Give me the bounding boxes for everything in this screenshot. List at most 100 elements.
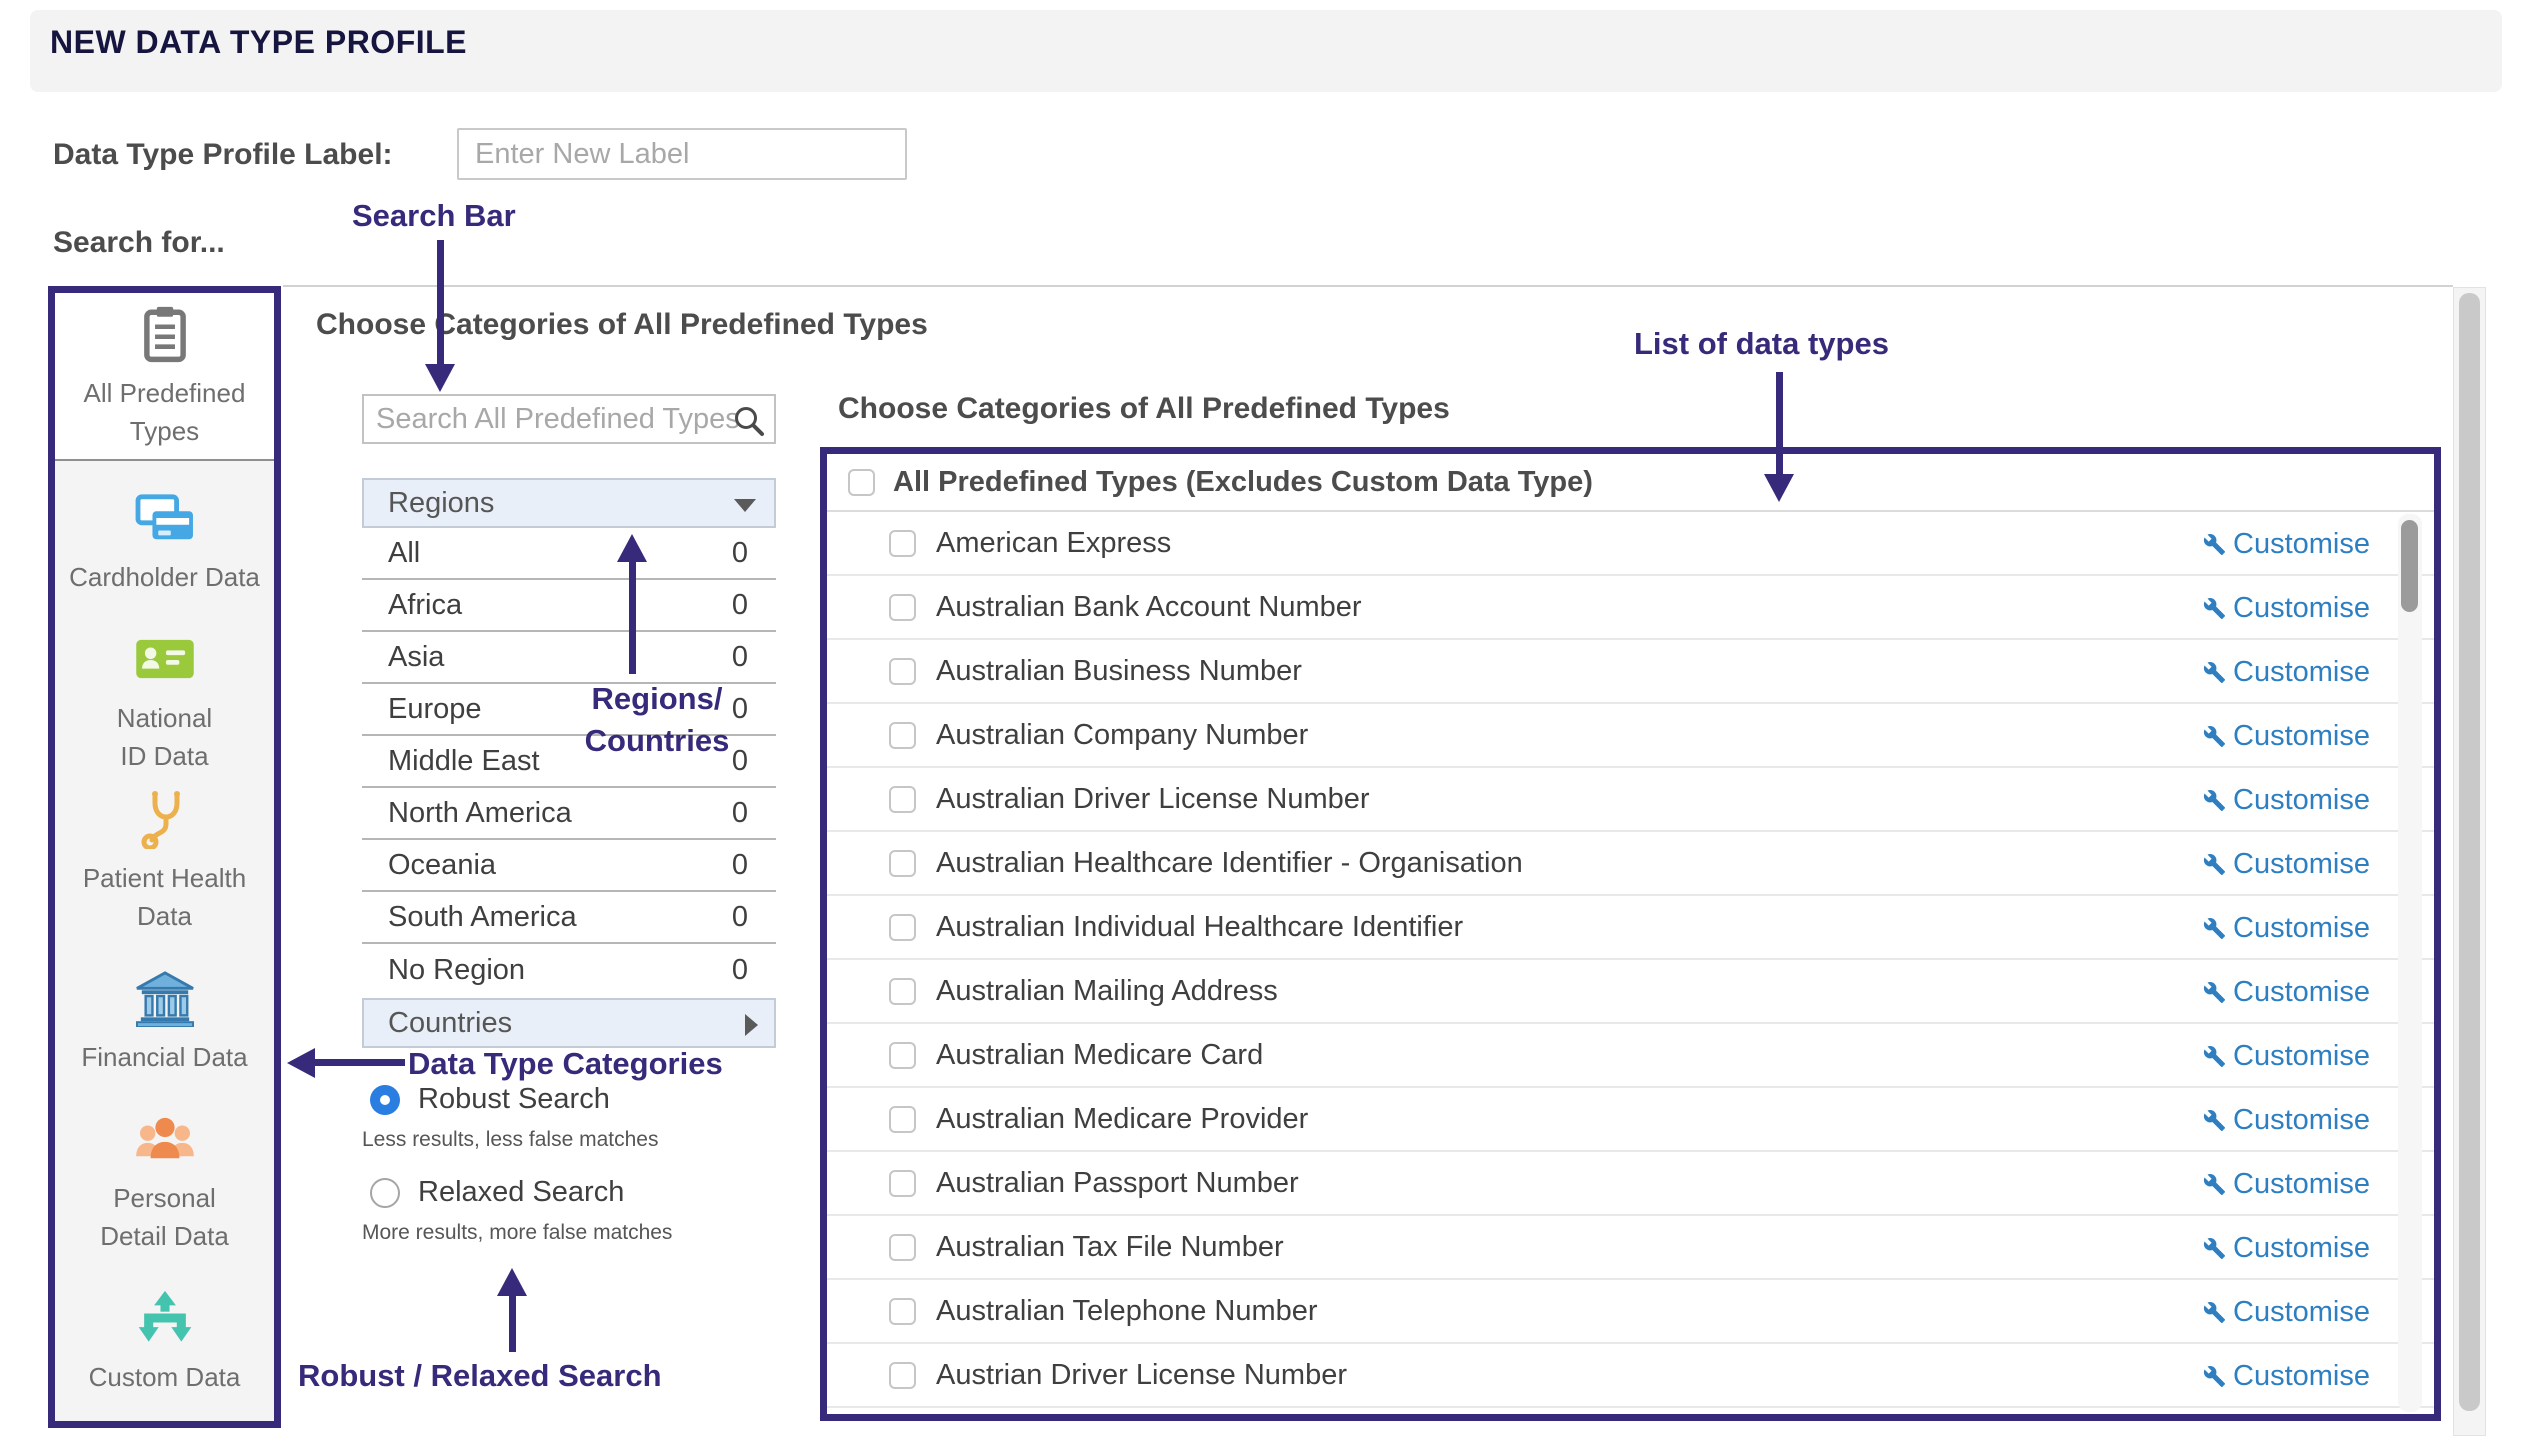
page-title: NEW DATA TYPE PROFILE	[50, 24, 467, 61]
annotation-arrowhead-left	[287, 1048, 315, 1078]
search-icon	[732, 404, 766, 438]
data-type-checkbox[interactable]	[889, 1170, 916, 1197]
data-type-checkbox[interactable]	[889, 658, 916, 685]
data-type-label: Australian Tax File Number	[936, 1231, 1284, 1264]
wrench-icon	[2203, 1365, 2226, 1388]
data-type-row: Australian Medicare Card Customise	[827, 1024, 2434, 1088]
region-row[interactable]: North America 0	[362, 788, 776, 840]
customise-link[interactable]: Customise	[2203, 1216, 2370, 1280]
sidebar-item-label: Personal Detail Data	[100, 1179, 229, 1255]
wrench-icon	[2203, 1045, 2226, 1068]
profile-label-input[interactable]	[457, 128, 907, 180]
data-type-checkbox[interactable]	[889, 1234, 916, 1261]
search-for-label: Search for...	[53, 226, 225, 260]
wrench-icon	[2203, 597, 2226, 620]
region-row[interactable]: Oceania 0	[362, 840, 776, 892]
customise-link[interactable]: Customise	[2203, 896, 2370, 960]
sidebar-item-label: Financial Data	[81, 1038, 247, 1076]
relaxed-search-radio[interactable]	[370, 1178, 400, 1208]
page-scrollbar-thumb[interactable]	[2459, 293, 2480, 1411]
wrench-icon	[2203, 533, 2226, 556]
list-scrollbar-thumb[interactable]	[2401, 520, 2418, 612]
customise-link[interactable]: Customise	[2203, 768, 2370, 832]
region-count: 0	[732, 641, 748, 674]
region-count: 0	[732, 901, 748, 934]
data-type-row: Australian Tax File Number Customise	[827, 1216, 2434, 1280]
annotation-data-type-categories: Data Type Categories	[408, 1046, 723, 1082]
data-type-checkbox[interactable]	[889, 978, 916, 1005]
customise-link[interactable]: Customise	[2203, 576, 2370, 640]
customise-link[interactable]: Customise	[2203, 1024, 2370, 1088]
customise-link[interactable]: Customise	[2203, 704, 2370, 768]
robust-search-radio[interactable]	[370, 1085, 400, 1115]
data-type-label: Australian Individual Healthcare Identif…	[936, 911, 1463, 944]
customise-label: Customise	[2233, 528, 2370, 561]
regions-dropdown[interactable]: Regions	[362, 478, 776, 528]
region-row[interactable]: Asia 0	[362, 632, 776, 684]
sidebar-item-custom-data[interactable]: Custom Data	[55, 1261, 274, 1421]
page-scrollbar[interactable]	[2453, 287, 2486, 1436]
people-icon	[134, 1107, 196, 1171]
customise-link[interactable]: Customise	[2203, 512, 2370, 576]
customise-link[interactable]: Customise	[2203, 1344, 2370, 1408]
relaxed-search-option[interactable]: Relaxed Search	[370, 1176, 624, 1209]
sidebar-item-patient-health-data[interactable]: Patient Health Data	[55, 781, 274, 941]
bank-icon	[134, 966, 196, 1030]
data-type-category-sidebar: All Predefined Types Cardholder Data Nat…	[48, 286, 281, 1428]
sidebar-item-label: All Predefined Types	[84, 374, 246, 450]
customise-label: Customise	[2233, 912, 2370, 945]
data-type-checkbox[interactable]	[889, 786, 916, 813]
robust-search-option[interactable]: Robust Search	[370, 1083, 610, 1116]
data-type-list[interactable]: American Express Customise Australian Ba…	[827, 512, 2434, 1414]
data-type-label: Australian Bank Account Number	[936, 591, 1362, 624]
wrench-icon	[2203, 789, 2226, 812]
region-name: All	[388, 537, 420, 570]
data-type-checkbox[interactable]	[889, 1106, 916, 1133]
sidebar-item-label: National ID Data	[117, 699, 212, 775]
annotation-robust-relaxed-search: Robust / Relaxed Search	[298, 1358, 662, 1394]
sidebar-item-cardholder-data[interactable]: Cardholder Data	[55, 461, 274, 621]
customise-label: Customise	[2233, 592, 2370, 625]
regions-dropdown-label: Regions	[388, 487, 494, 520]
customise-link[interactable]: Customise	[2203, 1152, 2370, 1216]
clipboard-icon	[136, 302, 194, 366]
select-all-checkbox[interactable]	[848, 469, 875, 496]
sidebar-item-personal-detail-data[interactable]: Personal Detail Data	[55, 1101, 274, 1261]
region-name: Africa	[388, 589, 462, 622]
region-name: South America	[388, 901, 577, 934]
data-type-checkbox[interactable]	[889, 1362, 916, 1389]
search-input[interactable]	[364, 396, 744, 442]
data-type-checkbox[interactable]	[889, 850, 916, 877]
annotation-regions-countries: Regions/ Countries	[552, 678, 762, 762]
data-type-row: Australian Individual Healthcare Identif…	[827, 896, 2434, 960]
sidebar-item-all-predefined-types[interactable]: All Predefined Types	[55, 293, 274, 461]
customise-link[interactable]: Customise	[2203, 832, 2370, 896]
data-type-checkbox[interactable]	[889, 594, 916, 621]
region-row[interactable]: All 0	[362, 528, 776, 580]
sidebar-item-financial-data[interactable]: Financial Data	[55, 941, 274, 1101]
customise-link[interactable]: Customise	[2203, 960, 2370, 1024]
data-type-checkbox[interactable]	[889, 722, 916, 749]
region-row[interactable]: Africa 0	[362, 580, 776, 632]
data-type-checkbox[interactable]	[889, 914, 916, 941]
list-scrollbar-track[interactable]	[2398, 514, 2422, 1412]
wrench-icon	[2203, 917, 2226, 940]
customise-link[interactable]: Customise	[2203, 640, 2370, 704]
customise-link[interactable]: Customise	[2203, 1088, 2370, 1152]
customise-label: Customise	[2233, 848, 2370, 881]
data-type-checkbox[interactable]	[889, 1042, 916, 1069]
data-type-checkbox[interactable]	[889, 530, 916, 557]
region-name: North America	[388, 797, 572, 830]
annotation-arrow-up	[509, 1294, 516, 1352]
annotation-arrowhead-up	[617, 534, 647, 562]
region-name: Oceania	[388, 849, 496, 882]
data-type-checkbox[interactable]	[889, 1298, 916, 1325]
region-row[interactable]: No Region 0	[362, 944, 776, 996]
countries-menu-item[interactable]: Countries	[362, 998, 776, 1048]
customise-label: Customise	[2233, 1104, 2370, 1137]
customise-link[interactable]: Customise	[2203, 1280, 2370, 1344]
new-data-type-profile-page: NEW DATA TYPE PROFILE Data Type Profile …	[0, 0, 2532, 1436]
sidebar-item-national-id-data[interactable]: National ID Data	[55, 621, 274, 781]
region-name: Middle East	[388, 745, 540, 778]
region-row[interactable]: South America 0	[362, 892, 776, 944]
